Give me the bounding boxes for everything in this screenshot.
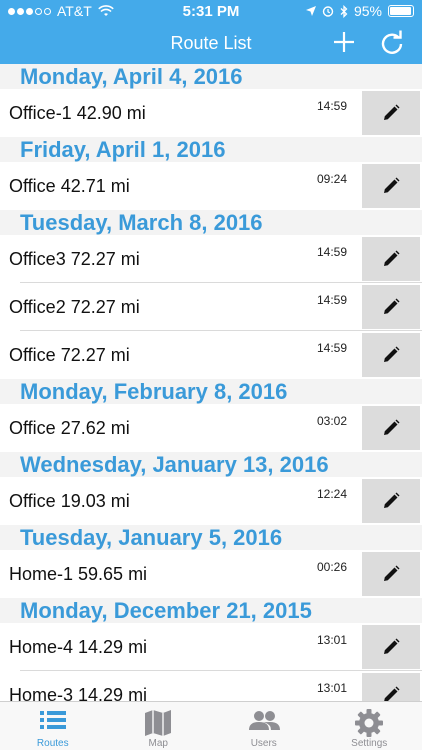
route-name: Office-1 42.90 mi	[9, 103, 146, 123]
battery-icon	[388, 5, 414, 17]
pencil-icon	[384, 298, 400, 314]
pencil-icon	[384, 492, 400, 508]
route-time: 14:59	[317, 341, 348, 355]
tab-settings[interactable]: Settings	[317, 702, 422, 750]
section-header-date: Tuesday, March 8, 2016	[0, 210, 422, 235]
route-row[interactable]: Office-1 42.90 mi 14:59	[0, 89, 422, 137]
route-time: 09:24	[317, 172, 348, 186]
section-header-date: Tuesday, January 5, 2016	[0, 525, 422, 550]
route-time: 13:01	[317, 633, 348, 647]
route-name: Office 27.62 mi	[9, 418, 130, 438]
pencil-icon	[384, 250, 400, 266]
route-row[interactable]: Office2 72.27 mi 14:59	[0, 283, 422, 331]
route-time: 14:59	[317, 245, 348, 259]
route-name: Office2 72.27 mi	[9, 297, 140, 317]
route-time: 14:59	[317, 99, 348, 113]
route-row[interactable]: Office 72.27 mi 14:59	[0, 331, 422, 379]
pencil-icon	[384, 177, 400, 193]
pencil-icon	[384, 419, 400, 435]
route-row[interactable]: Office3 72.27 mi 14:59	[0, 235, 422, 283]
route-row[interactable]: Office 19.03 mi 12:24	[0, 477, 422, 525]
route-name: Office 19.03 mi	[9, 491, 130, 511]
pencil-icon	[384, 686, 400, 701]
tab-label: Routes	[36, 738, 69, 749]
route-time: 12:24	[317, 487, 348, 501]
route-time: 14:59	[317, 293, 348, 307]
tab-map[interactable]: Map	[106, 702, 212, 750]
section-header-date: Monday, December 21, 2015	[0, 598, 422, 623]
refresh-icon	[381, 30, 403, 54]
map-icon	[145, 710, 172, 736]
list-icon	[39, 711, 66, 729]
plus-icon	[334, 32, 354, 52]
edit-route-button[interactable]	[362, 479, 420, 523]
route-name: Office3 72.27 mi	[9, 249, 140, 269]
section-header-date: Wednesday, January 13, 2016	[0, 452, 422, 477]
edit-route-button[interactable]	[362, 285, 420, 329]
alarm-icon	[322, 6, 334, 17]
section-header-date: Monday, April 4, 2016	[0, 64, 422, 89]
edit-route-button[interactable]	[362, 625, 420, 669]
section-header-date: Friday, April 1, 2016	[0, 137, 422, 162]
tab-label: Users	[250, 738, 277, 749]
edit-route-button[interactable]	[362, 164, 420, 208]
route-name: Home-4 14.29 mi	[9, 637, 148, 657]
route-time: 00:26	[317, 560, 348, 574]
edit-route-button[interactable]	[362, 406, 420, 450]
section-header-date: Monday, February 8, 2016	[0, 379, 422, 404]
tab-users[interactable]: Users	[211, 702, 317, 750]
tab-label: Map	[148, 738, 168, 749]
pencil-icon	[384, 104, 400, 120]
route-time: 13:01	[317, 681, 348, 695]
refresh-button[interactable]	[378, 29, 406, 57]
page-title: Route List	[170, 33, 252, 53]
route-row[interactable]: Home-4 14.29 mi 13:01	[0, 623, 422, 671]
navigation-bar: AT&T 5:31 PM 95% Route List	[0, 0, 422, 64]
route-name: Home-1 59.65 mi	[9, 564, 148, 584]
route-row[interactable]: Home-3 14.29 mi 13:01	[0, 671, 422, 701]
tab-label: Settings	[351, 738, 388, 749]
add-route-button[interactable]	[331, 29, 357, 55]
tab-routes[interactable]: Routes	[0, 702, 106, 750]
route-row[interactable]: Office 27.62 mi 03:02	[0, 404, 422, 452]
edit-route-button[interactable]	[362, 333, 420, 377]
location-arrow-icon	[305, 6, 316, 16]
route-list[interactable]: Monday, April 4, 2016 Office-1 42.90 mi …	[0, 64, 422, 701]
gear-icon	[355, 709, 384, 737]
bluetooth-icon	[340, 4, 348, 18]
route-time: 03:02	[317, 414, 348, 428]
route-row[interactable]: Office 42.71 mi 09:24	[0, 162, 422, 210]
route-name: Office 42.71 mi	[9, 176, 130, 196]
users-icon	[248, 711, 280, 730]
status-bar: AT&T 5:31 PM 95%	[0, 0, 422, 24]
pencil-icon	[384, 346, 400, 362]
tab-bar: Routes Map Users Settings	[0, 701, 422, 750]
edit-route-button[interactable]	[362, 552, 420, 596]
edit-route-button[interactable]	[362, 91, 420, 135]
battery-percentage: 95%	[353, 3, 382, 19]
pencil-icon	[384, 638, 400, 654]
pencil-icon	[384, 565, 400, 581]
route-name: Home-3 14.29 mi	[9, 685, 148, 701]
route-name: Office 72.27 mi	[9, 345, 130, 365]
edit-route-button[interactable]	[362, 237, 420, 281]
route-row[interactable]: Home-1 59.65 mi 00:26	[0, 550, 422, 598]
edit-route-button[interactable]	[362, 673, 420, 701]
